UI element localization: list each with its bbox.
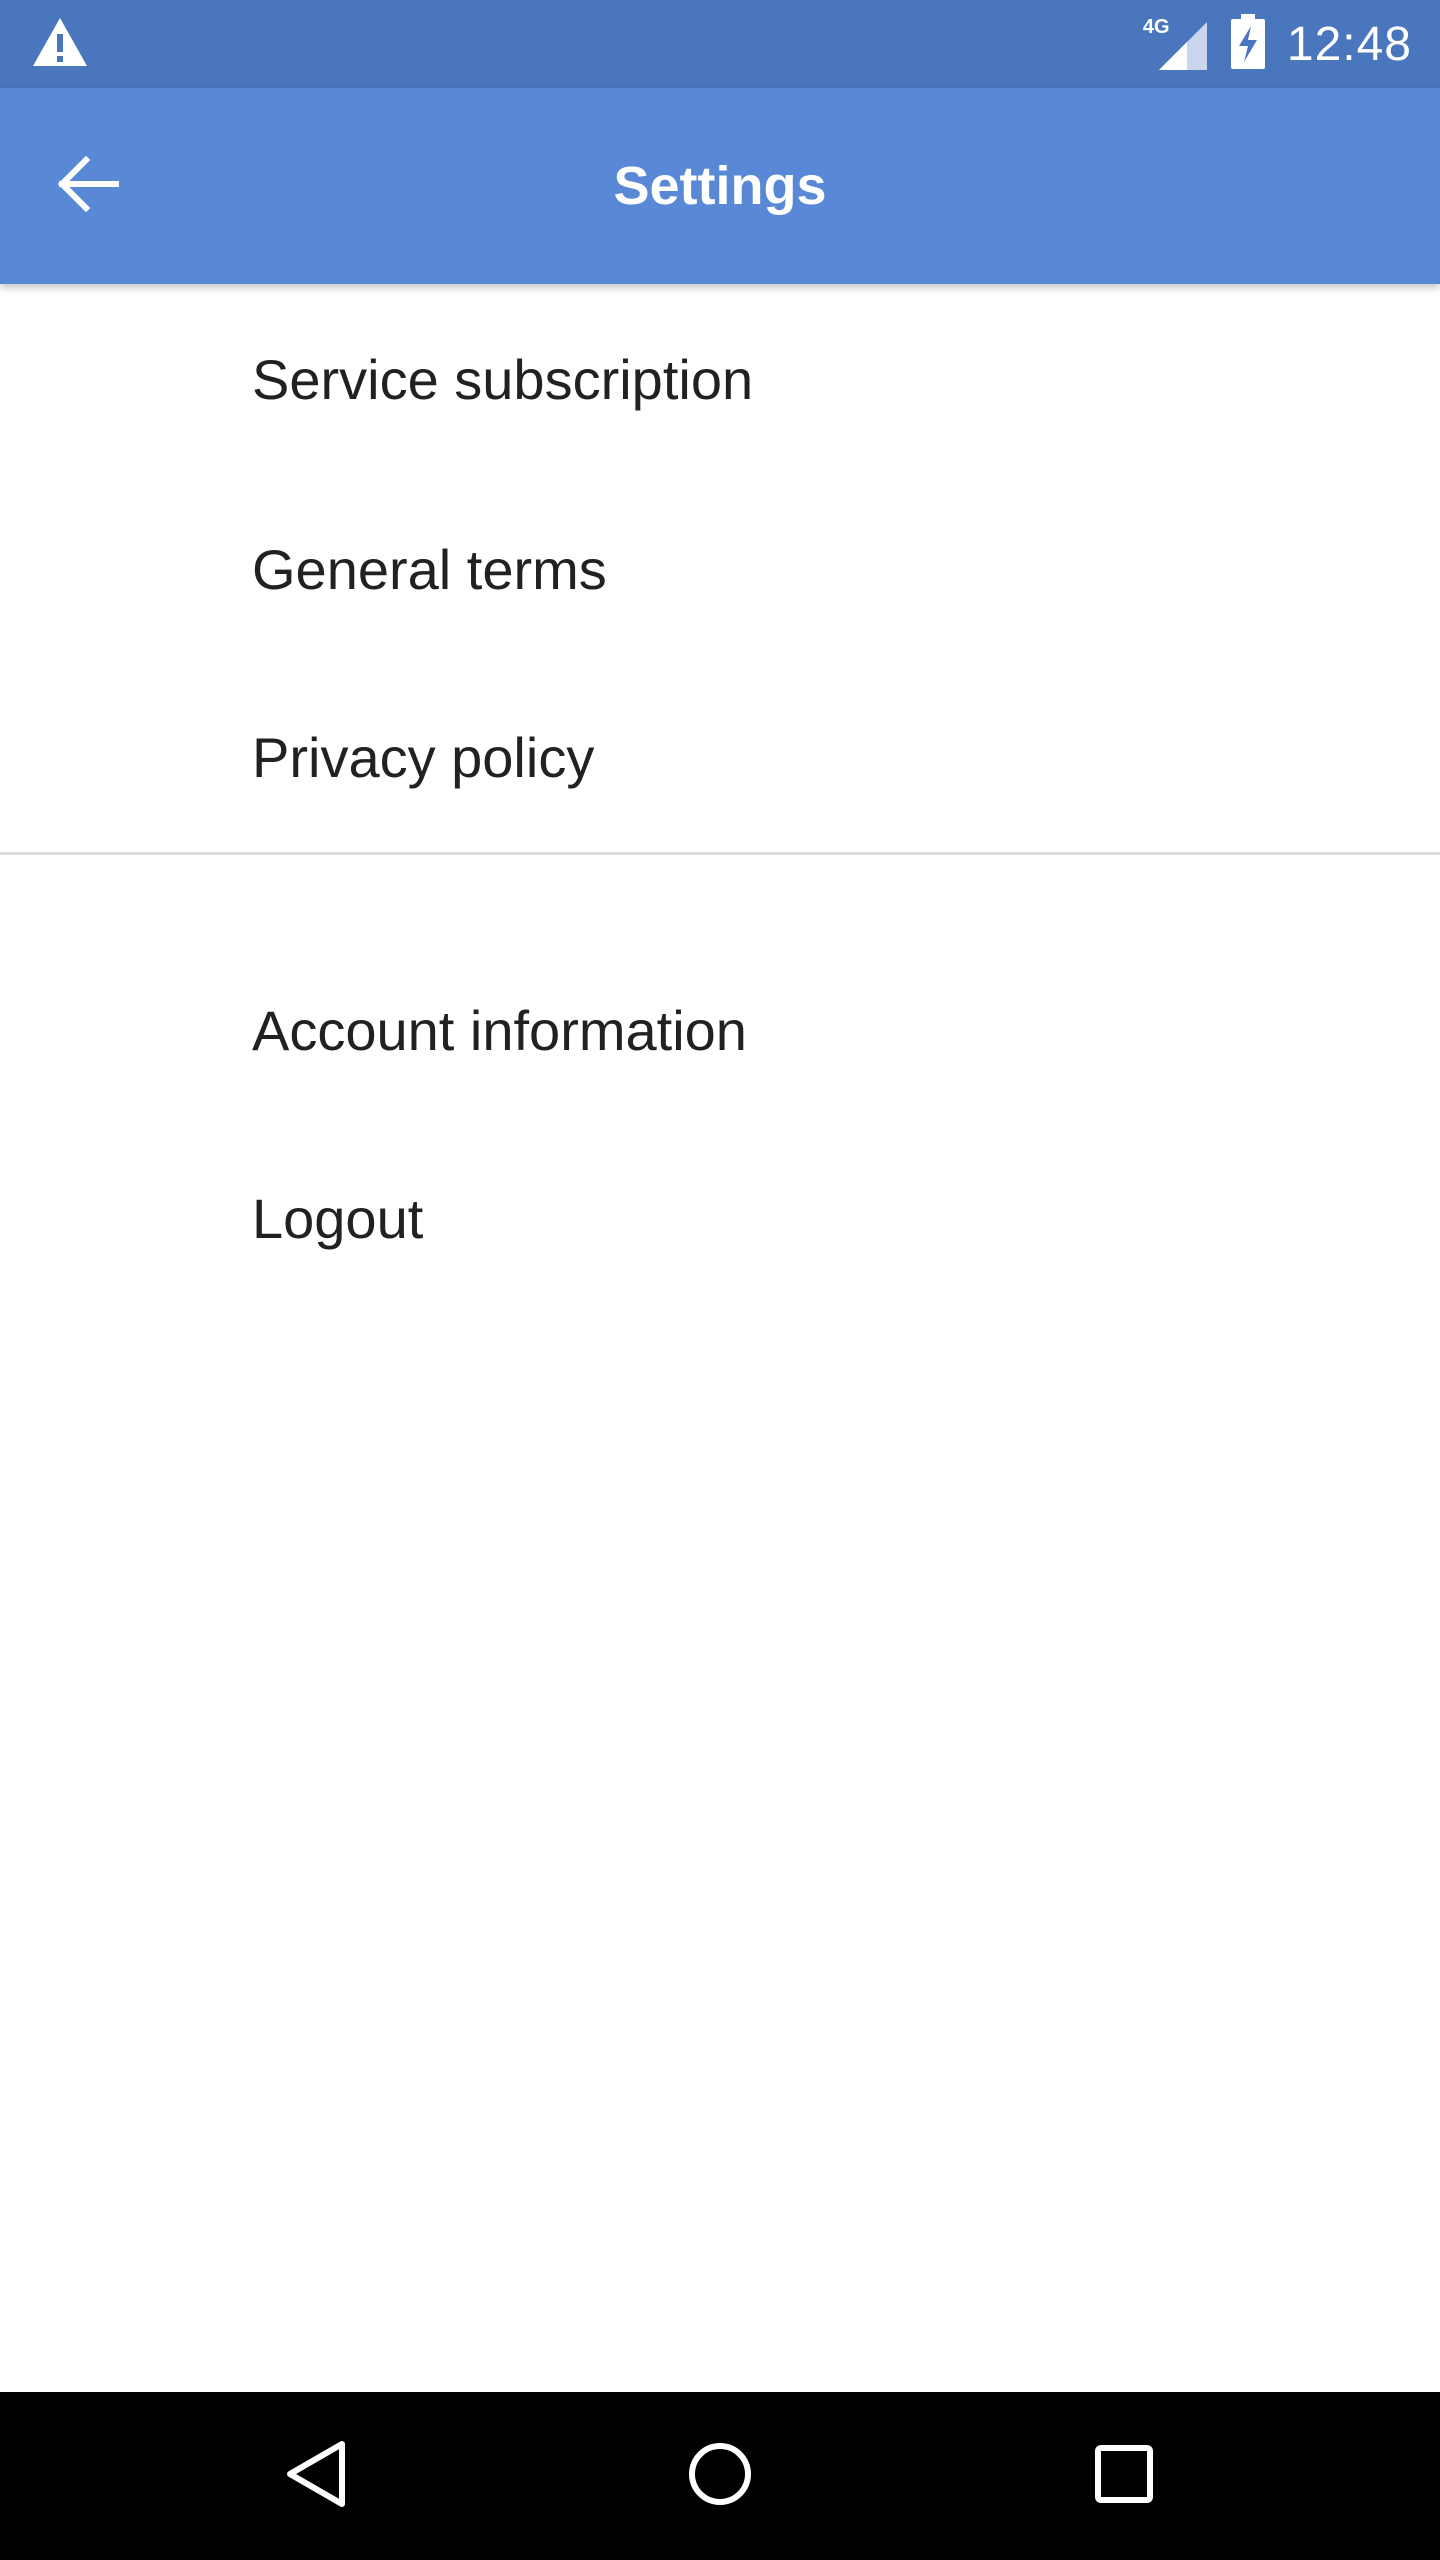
settings-list: Service subscription General terms Priva…	[0, 284, 1440, 1313]
app-bar: Settings	[0, 88, 1440, 284]
nav-home-icon	[687, 2441, 753, 2512]
menu-item-privacy-policy[interactable]: Privacy policy	[0, 664, 1440, 852]
nav-back-icon	[284, 2438, 348, 2515]
arrow-back-icon	[56, 155, 120, 217]
nav-recents-icon	[1094, 2444, 1154, 2509]
nav-recents-button[interactable]	[1074, 2426, 1174, 2526]
status-bar: 4G 12:48	[0, 0, 1440, 88]
battery-charging-icon	[1230, 13, 1265, 75]
warning-icon	[30, 14, 90, 74]
signal-icon: 4G	[1143, 16, 1209, 72]
status-time: 12:48	[1286, 17, 1412, 71]
menu-item-logout[interactable]: Logout	[0, 1125, 1440, 1313]
status-icons: 4G 12:48	[1143, 0, 1412, 88]
menu-item-service-subscription[interactable]: Service subscription	[0, 284, 1440, 476]
menu-item-general-terms[interactable]: General terms	[0, 476, 1440, 664]
settings-group-account: Account information Logout	[0, 855, 1440, 1313]
page-title: Settings	[613, 156, 827, 216]
nav-home-button[interactable]	[670, 2426, 770, 2526]
menu-item-account-information[interactable]: Account information	[0, 937, 1440, 1125]
nav-back-button[interactable]	[266, 2426, 366, 2526]
settings-group-legal: Service subscription General terms Priva…	[0, 284, 1440, 852]
back-button[interactable]	[40, 138, 136, 234]
navigation-bar	[0, 2392, 1440, 2560]
